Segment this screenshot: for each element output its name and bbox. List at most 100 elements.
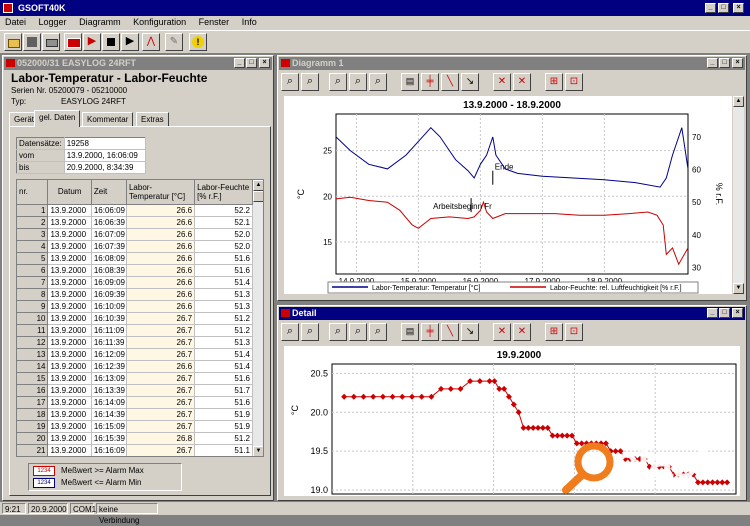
- minimize-icon[interactable]: _: [705, 3, 716, 13]
- vertical-scrollbar[interactable]: ▲ ▼: [253, 180, 263, 456]
- stop-icon[interactable]: [102, 33, 120, 51]
- maximize-icon[interactable]: □: [719, 308, 730, 318]
- cursor-icon[interactable]: ↘: [461, 73, 479, 91]
- table-row[interactable]: 17 13.9.2000 16:14:09 26.7 51.6: [17, 396, 253, 409]
- zoom-in-icon[interactable]: ⌕: [329, 323, 347, 341]
- table-row[interactable]: 15 13.9.2000 16:13:09 26.7 51.6: [17, 372, 253, 385]
- menu-logger[interactable]: Logger: [34, 16, 72, 29]
- table-row[interactable]: 18 13.9.2000 16:14:39 26.7 51.9: [17, 408, 253, 421]
- scroll-thumb[interactable]: [253, 191, 263, 202]
- table-row[interactable]: 14 13.9.2000 16:12:39 26.6 51.4: [17, 360, 253, 373]
- scroll-down-icon[interactable]: ▼: [733, 283, 744, 294]
- scroll-down-icon[interactable]: ▼: [253, 446, 263, 456]
- minimize-icon[interactable]: _: [707, 58, 718, 68]
- detail-window-title-bar[interactable]: Detail _ □ ×: [279, 307, 745, 320]
- diagram-window-title-bar[interactable]: Diagramm 1 _ □ ×: [279, 57, 745, 70]
- table-row[interactable]: 2213.9.200016:16:3926.651.1: [17, 456, 253, 457]
- trend-icon[interactable]: ╲: [441, 73, 459, 91]
- table-row[interactable]: 4 13.9.2000 16:07:39 26.6 52.0: [17, 240, 253, 253]
- zoom-reset-icon[interactable]: ⌕: [369, 73, 387, 91]
- column-header-datum[interactable]: Datum: [47, 180, 92, 205]
- crosshair-icon[interactable]: ╪: [421, 73, 439, 91]
- record-icon[interactable]: ▶: [83, 33, 101, 51]
- minimize-icon[interactable]: _: [234, 58, 245, 68]
- data-window-title-bar[interactable]: 052000/31 EASYLOG 24RFT _ □ ×: [4, 57, 272, 70]
- close-icon[interactable]: ×: [732, 308, 743, 318]
- table-row[interactable]: 19 13.9.2000 16:15:09 26.7 51.9: [17, 420, 253, 433]
- menu-diagramm[interactable]: Diagramm: [74, 16, 126, 29]
- maximize-icon[interactable]: □: [718, 3, 729, 13]
- marker-icon[interactable]: ✕: [493, 323, 511, 341]
- tab-gel-daten[interactable]: gel. Daten: [34, 110, 81, 127]
- table-row[interactable]: 1 13.9.2000 16:06:09 26.6 52.2: [17, 204, 253, 217]
- close-icon[interactable]: ×: [732, 58, 743, 68]
- overview-chart[interactable]: 13.9.2000 - 18.9.200014.9.200015.9.20001…: [284, 96, 732, 294]
- cursor-icon[interactable]: ↘: [461, 323, 479, 341]
- scroll-up-icon[interactable]: ▲: [253, 180, 263, 191]
- tab-extras[interactable]: Extras: [136, 112, 169, 126]
- play-icon[interactable]: ▶: [121, 33, 139, 51]
- menu-konfiguration[interactable]: Konfiguration: [128, 16, 191, 29]
- chart-settings-icon[interactable]: ⊡: [565, 73, 583, 91]
- copy-chart-icon[interactable]: ⊞: [545, 73, 563, 91]
- zoom-out-icon[interactable]: ⌕: [301, 73, 319, 91]
- zoom-x-icon[interactable]: ⌕: [349, 323, 367, 341]
- menu-info[interactable]: Info: [237, 16, 262, 29]
- chart-settings-icon[interactable]: ⊡: [565, 323, 583, 341]
- table-view-icon[interactable]: ▤: [401, 323, 419, 341]
- diagram-canvas[interactable]: 13.9.2000 - 18.9.200014.9.200015.9.20001…: [284, 96, 732, 294]
- copy-chart-icon[interactable]: ⊞: [545, 323, 563, 341]
- close-icon[interactable]: ×: [259, 58, 270, 68]
- table-row[interactable]: 10 13.9.2000 16:10:39 26.7 51.2: [17, 312, 253, 325]
- menu-fenster[interactable]: Fenster: [194, 16, 235, 29]
- column-header-feuchte[interactable]: Labor-Feuchte [% r.F.]: [194, 180, 253, 205]
- table-row[interactable]: 12 13.9.2000 16:11:39 26.7 51.3: [17, 336, 253, 349]
- maximize-icon[interactable]: □: [246, 58, 257, 68]
- print-icon[interactable]: [42, 33, 60, 51]
- table-row[interactable]: 3 13.9.2000 16:07:09 26.6 52.0: [17, 228, 253, 241]
- row-nr: 13: [17, 348, 49, 361]
- table-row[interactable]: 6 13.9.2000 16:08:39 26.6 51.6: [17, 264, 253, 277]
- info-icon[interactable]: !: [189, 33, 207, 51]
- table-row[interactable]: 9 13.9.2000 16:10:09 26.6 51.3: [17, 300, 253, 313]
- zoom-reset-icon[interactable]: ⌕: [369, 323, 387, 341]
- trend-icon[interactable]: ╲: [441, 323, 459, 341]
- minimize-icon[interactable]: _: [707, 308, 718, 318]
- zoom-x-icon[interactable]: ⌕: [349, 73, 367, 91]
- zoom-out-icon[interactable]: ⌕: [301, 323, 319, 341]
- table-row[interactable]: 21 13.9.2000 16:16:09 26.7 51.1: [17, 444, 253, 456]
- diagram-scrollbar[interactable]: ▲ ▼: [733, 96, 744, 294]
- column-header-nr[interactable]: nr.: [17, 180, 49, 205]
- marker-delete-icon[interactable]: ✕: [513, 73, 531, 91]
- table-row[interactable]: 7 13.9.2000 16:09:09 26.6 51.4: [17, 276, 253, 289]
- table-row[interactable]: 5 13.9.2000 16:08:09 26.6 51.6: [17, 252, 253, 265]
- table-row[interactable]: 16 13.9.2000 16:13:39 26.7 51.7: [17, 384, 253, 397]
- menu-datei[interactable]: Datei: [0, 16, 31, 29]
- app-title-bar[interactable]: GSOFT40K _ □ ×: [0, 0, 750, 16]
- table-row[interactable]: 11 13.9.2000 16:11:09 26.7 51.2: [17, 324, 253, 337]
- tab-kommentar[interactable]: Kommentar: [82, 112, 134, 126]
- crosshair-icon[interactable]: ╪: [421, 323, 439, 341]
- table-view-icon[interactable]: ▤: [401, 73, 419, 91]
- table-row[interactable]: 20 13.9.2000 16:15:39 26.8 51.2: [17, 432, 253, 445]
- scroll-up-icon[interactable]: ▲: [733, 96, 744, 107]
- column-header-temperatur[interactable]: Labor-Temperatur [°C]: [126, 180, 196, 205]
- diagram-icon[interactable]: ⋀: [142, 33, 160, 51]
- edit-icon[interactable]: ✎: [165, 33, 183, 51]
- close-icon[interactable]: ×: [733, 3, 744, 13]
- table-row[interactable]: 8 13.9.2000 16:09:39 26.6 51.3: [17, 288, 253, 301]
- zoom-icon[interactable]: ⌕: [281, 323, 299, 341]
- zoom-icon[interactable]: ⌕: [281, 73, 299, 91]
- data-grid[interactable]: nr. Datum Zeit Labor-Temperatur [°C] Lab…: [16, 179, 264, 457]
- open-folder-icon[interactable]: [4, 33, 22, 51]
- marker-delete-icon[interactable]: ✕: [513, 323, 531, 341]
- save-icon[interactable]: [23, 33, 41, 51]
- status-connection: keine Verbindung: [96, 503, 158, 525]
- maximize-icon[interactable]: □: [719, 58, 730, 68]
- column-header-zeit[interactable]: Zeit: [91, 180, 127, 205]
- logger-read-icon[interactable]: [64, 33, 82, 51]
- zoom-in-icon[interactable]: ⌕: [329, 73, 347, 91]
- table-row[interactable]: 13 13.9.2000 16:12:09 26.7 51.4: [17, 348, 253, 361]
- table-row[interactable]: 2 13.9.2000 16:06:39 26.6 52.1: [17, 216, 253, 229]
- marker-icon[interactable]: ✕: [493, 73, 511, 91]
